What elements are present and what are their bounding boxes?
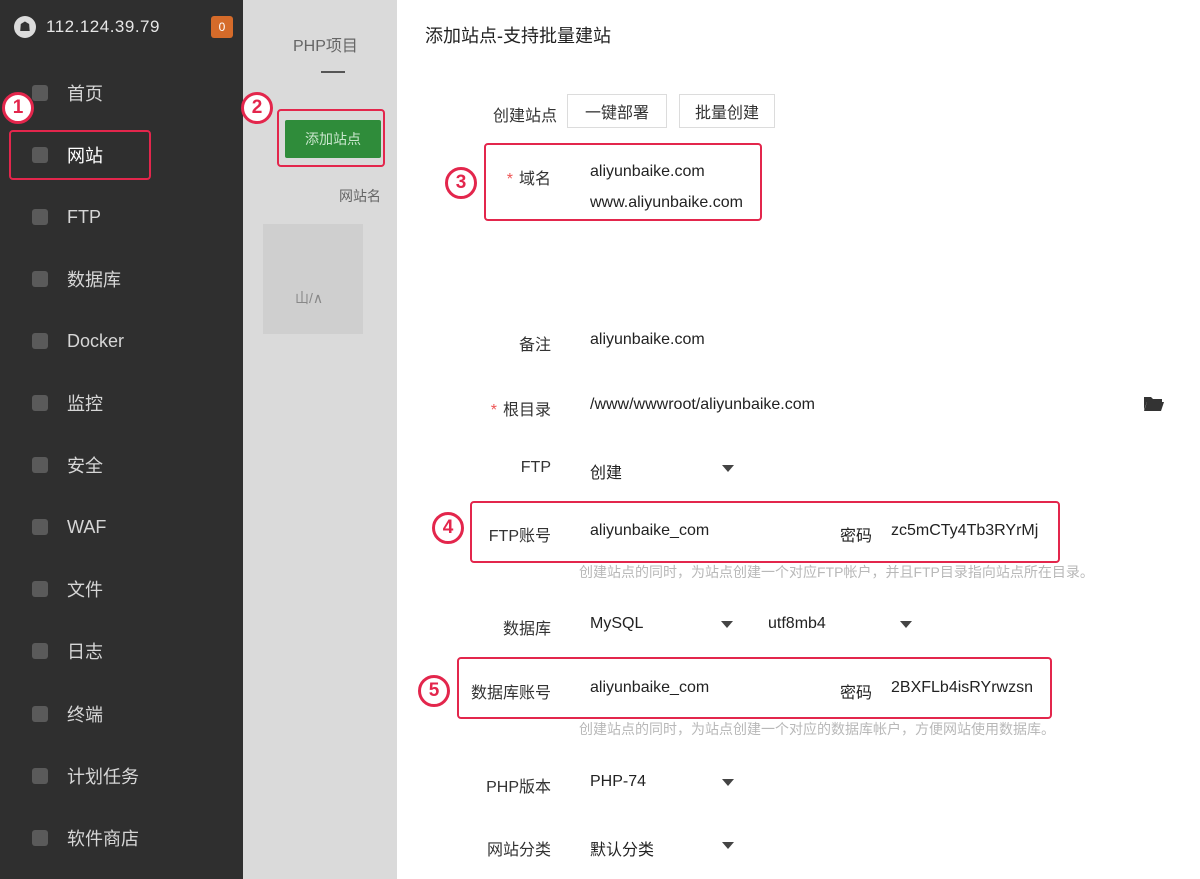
sidebar-item-label: 软件商店: [67, 829, 139, 849]
sidebar-item-database[interactable]: 数据库: [0, 259, 243, 299]
sidebar-item-label: Docker: [67, 330, 125, 351]
remark-label: 备注: [518, 337, 551, 354]
site-name-column: 网站名: [339, 188, 381, 204]
server-ip: 112.124.39.79: [46, 17, 160, 36]
sidebar-item-label: 计划任务: [67, 767, 139, 787]
shield-icon: [32, 457, 48, 473]
chevron-down-icon[interactable]: [720, 617, 734, 631]
ftp-select[interactable]: 创建: [590, 459, 622, 483]
sidebar-item-label: 首页: [67, 84, 103, 104]
site-category-select[interactable]: 默认分类: [590, 836, 654, 860]
php-version-label: PHP版本: [486, 779, 551, 796]
sidebar-item-logs[interactable]: 日志: [0, 631, 243, 671]
one-click-deploy-button[interactable]: 一键部署: [567, 94, 667, 128]
sidebar-item-monitor[interactable]: 监控: [0, 383, 243, 423]
sidebar-item-ftp[interactable]: FTP: [0, 197, 243, 237]
step-marker-2: 2: [241, 92, 273, 124]
sidebar-item-label: 监控: [67, 394, 103, 414]
sidebar-item-waf[interactable]: WAF: [0, 507, 243, 547]
highlight-website-menu: [9, 130, 151, 180]
step-marker-4: 4: [432, 512, 464, 544]
highlight-database-account: [457, 657, 1052, 719]
remark-input[interactable]: aliyunbaike.com: [590, 331, 705, 349]
clock-icon: [32, 768, 48, 784]
ftp-icon: [32, 209, 48, 225]
sidebar-item-label: WAF: [67, 516, 107, 537]
add-site-dialog: 添加站点-支持批量建站 创建站点 一键部署 批量创建 * 域名 aliyunbai…: [397, 0, 1200, 879]
create-site-label: 创建站点: [492, 108, 557, 125]
database-charset-select[interactable]: utf8mb4: [768, 615, 826, 633]
chevron-down-icon[interactable]: [721, 461, 735, 475]
chevron-down-icon[interactable]: [721, 775, 735, 789]
ftp-label: FTP: [520, 459, 551, 476]
highlight-add-site: [277, 109, 385, 167]
chevron-down-icon[interactable]: [721, 838, 735, 852]
sidebar-item-store[interactable]: 软件商店: [0, 818, 243, 858]
folder-icon: [32, 581, 48, 597]
highlight-ftp-account: [470, 501, 1060, 563]
sidebar-item-label: 数据库: [67, 270, 121, 290]
sidebar-item-label: 终端: [67, 705, 103, 725]
notification-badge[interactable]: 0: [211, 16, 233, 38]
empty-list-text: 山/∧: [295, 290, 324, 306]
sidebar-item-label: FTP: [67, 206, 101, 227]
store-icon: [32, 830, 48, 846]
ftp-hint: 创建站点的同时，为站点创建一个对应FTP帐户，并且FTP目录指向站点所在目录。: [579, 564, 1094, 580]
log-icon: [32, 643, 48, 659]
server-header: ☗ 112.124.39.79 0: [0, 0, 243, 54]
root-dir-input[interactable]: /www/wwwroot/aliyunbaike.com: [590, 396, 815, 414]
batch-create-button[interactable]: 批量创建: [679, 94, 775, 128]
sidebar-item-security[interactable]: 安全: [0, 445, 243, 485]
php-version-select[interactable]: PHP-74: [590, 773, 646, 791]
terminal-icon: [32, 706, 48, 722]
sidebar-item-home[interactable]: 首页: [0, 73, 243, 113]
home-icon: [32, 85, 48, 101]
database-hint: 创建站点的同时，为站点创建一个对应的数据库帐户，方便网站使用数据库。: [579, 721, 1055, 737]
sidebar-item-cron[interactable]: 计划任务: [0, 756, 243, 796]
waf-icon: [32, 519, 48, 535]
docker-icon: [32, 333, 48, 349]
step-marker-5: 5: [418, 675, 450, 707]
database-label: 数据库: [502, 621, 551, 638]
step-marker-3: 3: [445, 167, 477, 199]
sidebar-item-files[interactable]: 文件: [0, 569, 243, 609]
folder-open-icon[interactable]: [1143, 394, 1165, 412]
sidebar-item-label: 日志: [67, 642, 103, 662]
logo-icon: ☗: [14, 16, 36, 38]
database-icon: [32, 271, 48, 287]
dialog-title: 添加站点-支持批量建站: [425, 26, 611, 46]
chevron-down-icon[interactable]: [899, 617, 913, 631]
empty-list-area: [263, 224, 363, 334]
sidebar-item-docker[interactable]: Docker: [0, 321, 243, 361]
active-tab-indicator: [321, 71, 345, 73]
monitor-icon: [32, 395, 48, 411]
root-dir-label: * 根目录: [490, 402, 551, 419]
step-marker-1: 1: [2, 92, 34, 124]
database-type-select[interactable]: MySQL: [590, 615, 643, 633]
sidebar-item-label: 文件: [67, 580, 103, 600]
sidebar-item-label: 安全: [67, 456, 103, 476]
site-category-label: 网站分类: [486, 842, 551, 859]
tab-php-project[interactable]: PHP项目: [293, 32, 358, 56]
highlight-domain: [484, 143, 762, 221]
sidebar-item-terminal[interactable]: 终端: [0, 694, 243, 734]
